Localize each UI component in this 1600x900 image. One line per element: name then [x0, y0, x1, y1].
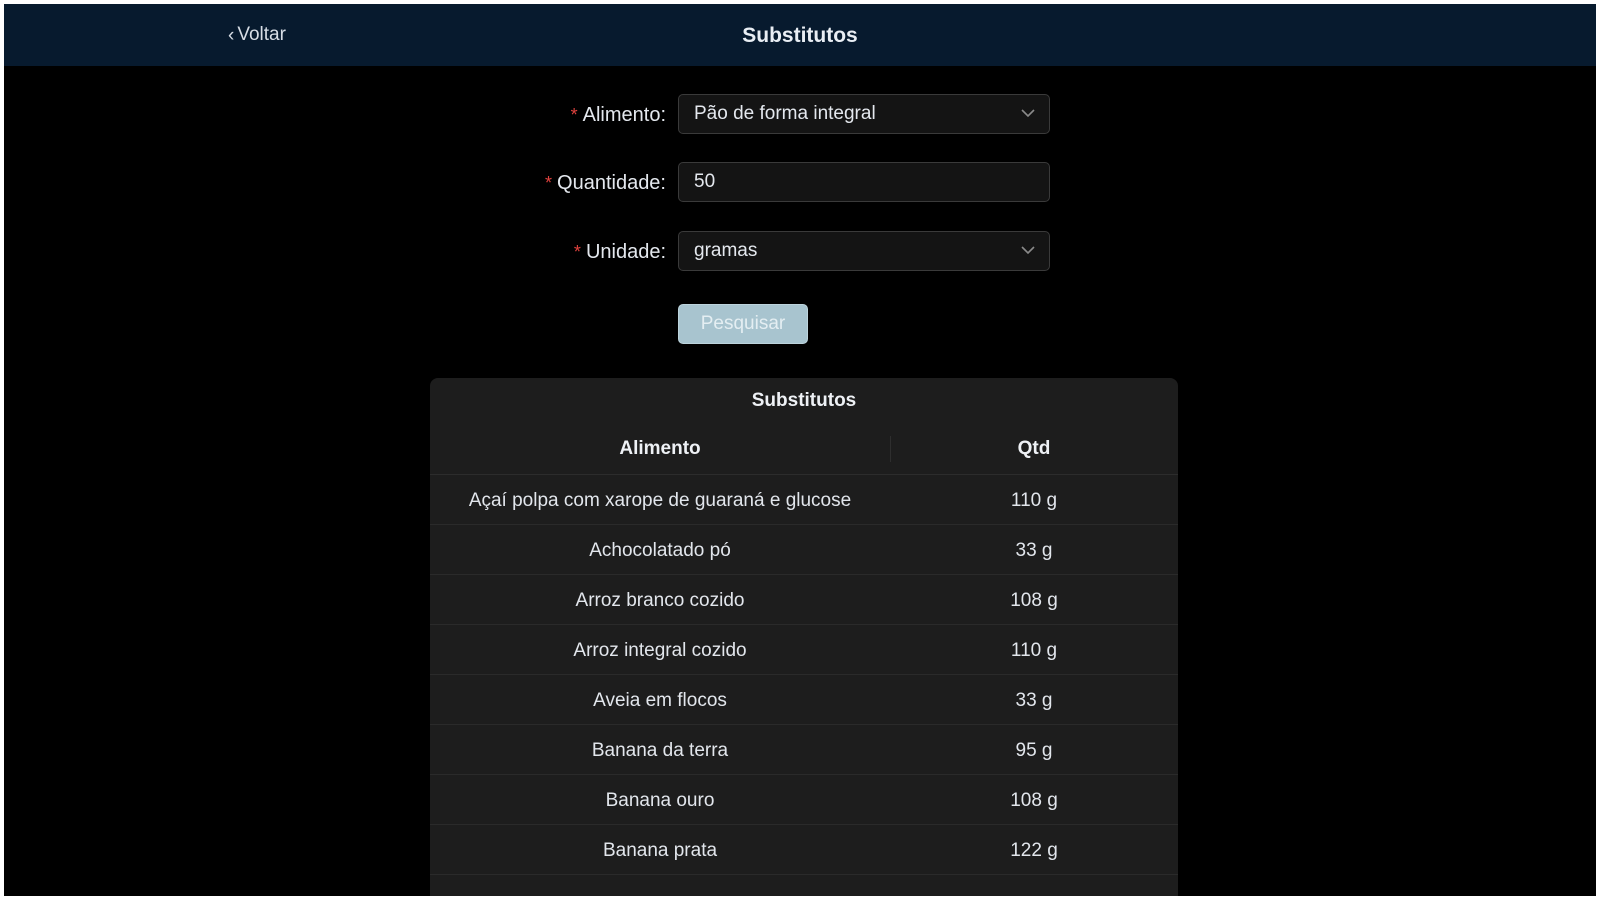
- cell-qtd: 108 g: [1010, 590, 1058, 611]
- chevron-down-icon: [1021, 246, 1035, 255]
- cell-alimento: Aveia em flocos: [593, 690, 727, 711]
- quantidade-label-text: Quantidade:: [557, 172, 666, 194]
- unidade-select-value: gramas: [694, 240, 758, 261]
- cell-alimento: Arroz branco cozido: [575, 590, 745, 611]
- top-bar: ‹ Voltar Substitutos: [4, 4, 1596, 66]
- alimento-select[interactable]: Pão de forma integral: [678, 94, 1050, 134]
- form-row-alimento: * Alimento: Pão de forma integral: [4, 94, 1596, 136]
- table-body: Açaí polpa com xarope de guaraná e gluco…: [430, 475, 1178, 875]
- quantidade-input-value: 50: [694, 171, 716, 192]
- cell-alimento: Achocolatado pó: [589, 540, 731, 561]
- form-row-unidade: * Unidade: gramas: [4, 231, 1596, 273]
- table-row[interactable]: Banana da terra 95 g: [430, 725, 1178, 775]
- column-header-qtd[interactable]: Qtd: [890, 438, 1178, 460]
- table-row[interactable]: Banana ouro 108 g: [430, 775, 1178, 825]
- cell-alimento: Banana prata: [602, 840, 718, 861]
- table-header: Alimento Qtd: [430, 424, 1178, 475]
- required-mark: *: [573, 242, 581, 262]
- unidade-label: * Unidade:: [574, 241, 666, 264]
- cell-qtd: 108 g: [1010, 790, 1058, 811]
- table-row[interactable]: Arroz branco cozido 108 g: [430, 575, 1178, 625]
- alimento-label-text: Alimento:: [582, 104, 666, 126]
- search-button[interactable]: Pesquisar: [678, 304, 808, 344]
- required-mark: *: [545, 173, 553, 193]
- table-row[interactable]: Achocolatado pó 33 g: [430, 525, 1178, 575]
- cell-alimento: Banana ouro: [605, 790, 715, 811]
- table-row[interactable]: Banana prata 122 g: [430, 825, 1178, 875]
- cell-qtd: 122 g: [1010, 840, 1058, 861]
- substitutes-table: Substitutos Alimento Qtd Açaí polpa com …: [430, 378, 1178, 896]
- cell-qtd: 33 g: [1015, 540, 1053, 561]
- table-row[interactable]: Arroz integral cozido 110 g: [430, 625, 1178, 675]
- form-row-quantidade: * Quantidade: 50: [4, 162, 1596, 204]
- table-row[interactable]: Aveia em flocos 33 g: [430, 675, 1178, 725]
- cell-qtd: 33 g: [1015, 690, 1053, 711]
- cell-qtd: 110 g: [1010, 640, 1058, 661]
- unidade-select[interactable]: gramas: [678, 231, 1050, 271]
- cell-qtd: 110 g: [1010, 490, 1058, 511]
- alimento-label: * Alimento:: [571, 104, 666, 127]
- page-title: Substitutos: [742, 24, 858, 47]
- quantidade-label: * Quantidade:: [545, 172, 666, 195]
- cell-qtd: 95 g: [1015, 740, 1053, 761]
- table-title: Substitutos: [751, 390, 857, 411]
- cell-alimento: Banana da terra: [591, 740, 729, 761]
- table-row[interactable]: Açaí polpa com xarope de guaraná e gluco…: [430, 475, 1178, 525]
- unidade-label-text: Unidade:: [585, 241, 666, 263]
- chevron-down-icon: [1021, 109, 1035, 118]
- app-frame: ‹ Voltar Substitutos * Alimento: Pão de f…: [4, 4, 1596, 896]
- column-header-alimento[interactable]: Alimento: [430, 438, 890, 460]
- quantidade-input[interactable]: 50: [678, 162, 1050, 202]
- cell-alimento: Açaí polpa com xarope de guaraná e gluco…: [468, 490, 852, 511]
- required-mark: *: [570, 105, 578, 125]
- alimento-select-value: Pão de forma integral: [694, 103, 876, 124]
- cell-alimento: Arroz integral cozido: [573, 640, 747, 661]
